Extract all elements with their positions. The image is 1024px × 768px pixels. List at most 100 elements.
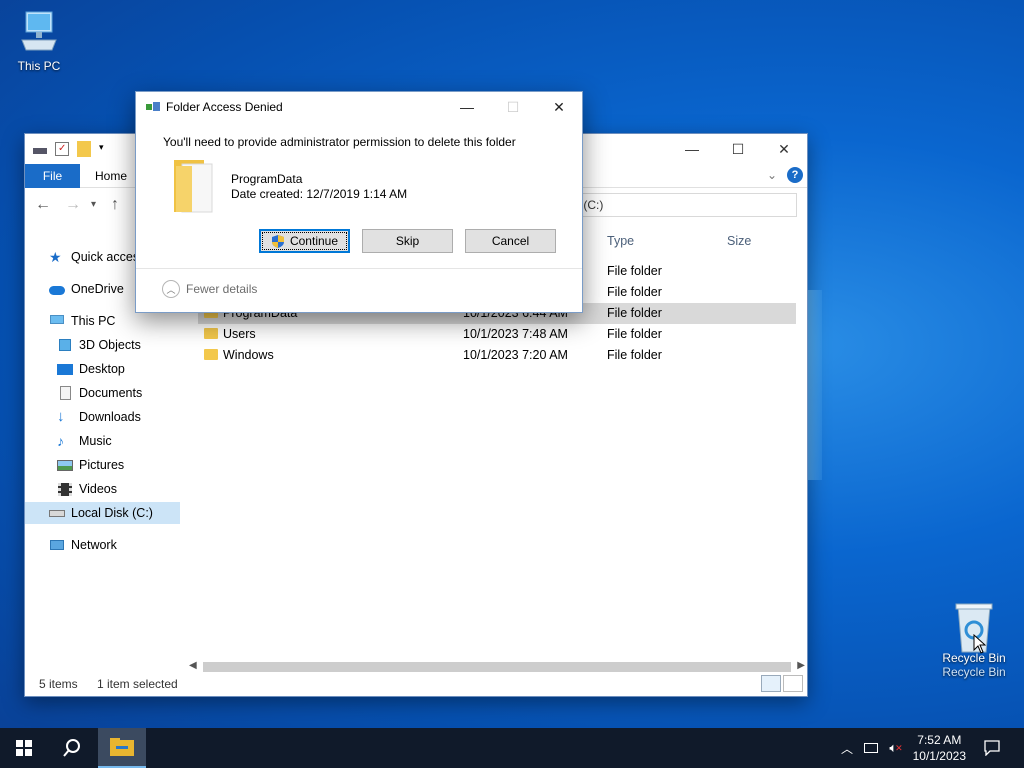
table-row[interactable]: Windows 10/1/2023 7:20 AM File folder: [198, 345, 796, 366]
column-header-type[interactable]: Type: [607, 234, 634, 248]
dialog-folder-name: ProgramData: [231, 172, 303, 186]
dialog-date-created: Date created: 12/7/2019 1:14 AM: [231, 187, 408, 201]
minimize-button[interactable]: —: [669, 134, 715, 164]
sidebar-item-desktop[interactable]: Desktop: [57, 358, 125, 380]
fewer-details-toggle[interactable]: ︿ Fewer details: [162, 280, 257, 298]
picture-icon: [57, 458, 73, 472]
chat-bubble-icon: [984, 740, 1000, 756]
scrollbar-thumb[interactable]: [203, 662, 791, 672]
sidebar-item-label: OneDrive: [71, 282, 124, 296]
dialog-window-buttons: — ☐ ✕: [444, 92, 582, 122]
dialog-maximize-button: ☐: [506, 98, 520, 115]
table-row[interactable]: Users 10/1/2023 7:48 AM File folder: [198, 324, 796, 345]
item-count: 5 items: [39, 677, 78, 691]
details-view-icon[interactable]: [761, 675, 781, 692]
chevron-down-icon[interactable]: ⌄: [767, 168, 777, 182]
row-type: File folder: [607, 306, 662, 320]
folder-icon: [174, 160, 213, 213]
sidebar-item-pictures[interactable]: Pictures: [57, 454, 124, 476]
notification-center-icon[interactable]: [978, 728, 1006, 768]
sidebar-item-label: Documents: [79, 386, 143, 400]
explorer-window-buttons: — ☐ ✕: [669, 134, 807, 164]
sidebar-item-local-disk[interactable]: Local Disk (C:): [25, 502, 180, 524]
sidebar-item-quick-access[interactable]: ★ Quick access: [49, 246, 145, 268]
continue-label: Continue: [289, 234, 339, 248]
customize-toolbar-icon[interactable]: ▾: [99, 142, 107, 156]
help-icon[interactable]: ?: [787, 167, 803, 183]
row-date: 10/1/2023 7:20 AM: [463, 348, 568, 362]
dialog-divider: [136, 268, 582, 269]
skip-button[interactable]: Skip: [362, 229, 453, 253]
dialog-close-button[interactable]: ✕: [536, 92, 582, 122]
computer-icon: [49, 314, 65, 328]
tab-home[interactable]: Home: [85, 164, 137, 188]
maximize-button[interactable]: ☐: [715, 134, 761, 164]
sidebar-item-label: Videos: [79, 482, 117, 496]
sidebar-item-label: Downloads: [79, 410, 141, 424]
mouse-cursor-icon: [973, 634, 986, 654]
star-icon: ★: [49, 249, 62, 265]
shield-icon: [271, 234, 284, 248]
sidebar-item-music[interactable]: ♪ Music: [57, 430, 112, 452]
back-arrow-icon[interactable]: ←: [35, 196, 51, 214]
sidebar-item-onedrive[interactable]: OneDrive: [49, 278, 124, 300]
show-hidden-icons-button[interactable]: ︿: [838, 728, 856, 768]
selection-count: 1 item selected: [97, 677, 178, 691]
taskbar-file-explorer[interactable]: [98, 728, 146, 768]
close-button[interactable]: ✕: [761, 134, 807, 164]
sidebar-item-label: Music: [79, 434, 112, 448]
volume-muted-icon[interactable]: 🔈︎ ✕: [884, 728, 908, 768]
sidebar-item-documents[interactable]: Documents: [57, 382, 142, 404]
sidebar-item-network[interactable]: Network: [49, 534, 117, 556]
sidebar-item-label: Desktop: [79, 362, 125, 376]
search-button[interactable]: [48, 728, 96, 768]
address-bar[interactable]: c (C:): [565, 193, 797, 217]
dialog-minimize-button[interactable]: —: [444, 92, 490, 122]
cloud-icon: [49, 282, 65, 296]
file-move-icon: [146, 102, 160, 112]
scroll-right-icon[interactable]: ▶: [797, 660, 805, 671]
this-pc-desktop-icon[interactable]: This PC: [1, 10, 77, 73]
windows-logo-icon: [16, 740, 32, 756]
cube-icon: [57, 338, 73, 352]
file-explorer-icon: [110, 738, 134, 756]
film-icon: [57, 482, 73, 496]
network-icon: [49, 538, 65, 552]
sidebar-item-downloads[interactable]: ↓ Downloads: [57, 406, 141, 428]
desktop-light-beam: [808, 290, 822, 480]
scroll-left-icon[interactable]: ◀: [189, 660, 197, 671]
tab-file[interactable]: File: [25, 164, 80, 188]
taskbar-clock[interactable]: 7:52 AM 10/1/2023: [913, 732, 966, 764]
drive-icon: [49, 506, 65, 520]
checklist-icon[interactable]: ✓: [55, 142, 69, 156]
sidebar-item-label: Pictures: [79, 458, 125, 472]
sidebar-item-label: Local Disk (C:): [71, 506, 153, 520]
row-date: 10/1/2023 7:48 AM: [463, 327, 568, 341]
forward-arrow-icon[interactable]: →: [65, 196, 81, 214]
download-arrow-icon: ↓: [57, 408, 65, 425]
up-arrow-icon[interactable]: ↑: [111, 196, 119, 214]
sidebar-item-3d-objects[interactable]: 3D Objects: [57, 334, 141, 356]
row-type: File folder: [607, 327, 662, 341]
network-icon[interactable]: [860, 728, 882, 768]
folder-icon: [204, 328, 218, 339]
cancel-button[interactable]: Cancel: [465, 229, 556, 253]
large-icons-view-icon[interactable]: [783, 675, 803, 692]
row-name: Users: [223, 327, 256, 341]
start-button[interactable]: [0, 728, 48, 768]
sidebar-item-label: Network: [71, 538, 117, 552]
new-folder-icon[interactable]: [77, 141, 91, 157]
chevron-up-icon: ︿: [162, 280, 180, 298]
status-bar: 5 items 1 item selected: [25, 672, 807, 696]
sidebar-item-this-pc[interactable]: This PC: [49, 310, 115, 332]
continue-button[interactable]: Continue: [259, 229, 350, 253]
recent-locations-icon[interactable]: ▾: [91, 199, 96, 210]
music-note-icon: ♪: [57, 433, 64, 449]
search-icon: [63, 739, 80, 757]
dialog-titlebar: Folder Access Denied — ☐ ✕: [136, 92, 582, 122]
sidebar-item-videos[interactable]: Videos: [57, 478, 117, 500]
row-type: File folder: [607, 348, 662, 362]
column-header-size[interactable]: Size: [727, 234, 751, 248]
properties-icon[interactable]: [33, 144, 47, 154]
row-name: Windows: [223, 348, 274, 362]
